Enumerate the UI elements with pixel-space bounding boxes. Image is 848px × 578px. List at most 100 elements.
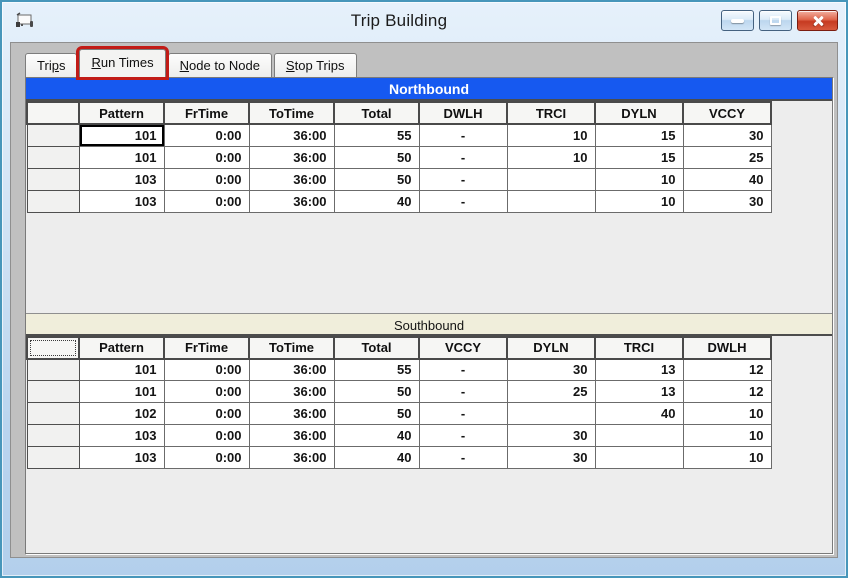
cell[interactable]: 12 [683, 381, 771, 403]
close-button[interactable] [797, 10, 838, 31]
column-header[interactable]: VCCY [419, 337, 507, 359]
column-header[interactable]: Total [334, 102, 419, 124]
cell[interactable]: 13 [595, 359, 683, 381]
cell[interactable]: 10 [595, 168, 683, 190]
cell[interactable]: 36:00 [249, 447, 334, 469]
cell[interactable]: - [419, 403, 507, 425]
cell[interactable]: 12 [683, 359, 771, 381]
column-header[interactable]: TRCI [595, 337, 683, 359]
cell[interactable]: 0:00 [164, 403, 249, 425]
cell[interactable]: 103 [79, 447, 164, 469]
cell[interactable]: 30 [507, 447, 595, 469]
cell[interactable]: 0:00 [164, 447, 249, 469]
column-header[interactable]: Pattern [79, 337, 164, 359]
column-header[interactable]: TRCI [507, 102, 595, 124]
cell[interactable]: 0:00 [164, 359, 249, 381]
row-selector-header[interactable] [27, 337, 79, 359]
cell[interactable]: 101 [79, 124, 164, 146]
row-selector[interactable] [27, 359, 79, 381]
cell[interactable] [595, 447, 683, 469]
column-header[interactable]: Total [334, 337, 419, 359]
cell[interactable]: 25 [683, 146, 771, 168]
cell[interactable]: 15 [595, 146, 683, 168]
cell[interactable] [595, 425, 683, 447]
cell[interactable]: 40 [334, 447, 419, 469]
minimize-button[interactable] [721, 10, 754, 31]
tab-run-times[interactable]: Run Times [79, 49, 165, 77]
row-selector[interactable] [27, 168, 79, 190]
cell[interactable] [507, 190, 595, 212]
cell[interactable] [507, 168, 595, 190]
cell[interactable]: - [419, 124, 507, 146]
cell[interactable]: 0:00 [164, 168, 249, 190]
cell[interactable]: 101 [79, 381, 164, 403]
cell[interactable]: 36:00 [249, 168, 334, 190]
row-selector[interactable] [27, 146, 79, 168]
cell[interactable] [507, 403, 595, 425]
cell[interactable]: 0:00 [164, 146, 249, 168]
cell[interactable]: 10 [683, 425, 771, 447]
cell[interactable]: 0:00 [164, 425, 249, 447]
cell[interactable]: 40 [334, 425, 419, 447]
cell[interactable]: - [419, 146, 507, 168]
cell[interactable]: 36:00 [249, 190, 334, 212]
column-header[interactable]: FrTime [164, 337, 249, 359]
cell[interactable]: - [419, 359, 507, 381]
cell[interactable]: 103 [79, 168, 164, 190]
tab-stop-trips[interactable]: Stop Trips [274, 53, 357, 77]
cell[interactable]: 25 [507, 381, 595, 403]
cell[interactable]: 103 [79, 190, 164, 212]
column-header[interactable]: VCCY [683, 102, 771, 124]
cell[interactable]: 102 [79, 403, 164, 425]
tab-trips[interactable]: Trips [25, 53, 77, 77]
cell[interactable]: 15 [595, 124, 683, 146]
cell[interactable]: 30 [683, 190, 771, 212]
cell[interactable]: - [419, 190, 507, 212]
cell[interactable]: - [419, 168, 507, 190]
cell[interactable]: 50 [334, 381, 419, 403]
cell[interactable]: 10 [507, 124, 595, 146]
cell[interactable]: 101 [79, 146, 164, 168]
cell[interactable]: 0:00 [164, 381, 249, 403]
cell[interactable]: 10 [683, 403, 771, 425]
titlebar[interactable]: Trip Building [2, 2, 846, 42]
cell[interactable]: 40 [334, 190, 419, 212]
cell[interactable]: - [419, 381, 507, 403]
cell[interactable]: 55 [334, 359, 419, 381]
cell[interactable]: 50 [334, 403, 419, 425]
row-selector[interactable] [27, 190, 79, 212]
row-selector[interactable] [27, 124, 79, 146]
cell[interactable]: 36:00 [249, 403, 334, 425]
row-selector-header[interactable] [27, 102, 79, 124]
column-header[interactable]: Pattern [79, 102, 164, 124]
cell[interactable]: 50 [334, 146, 419, 168]
cell[interactable]: 103 [79, 425, 164, 447]
column-header[interactable]: FrTime [164, 102, 249, 124]
cell[interactable]: 36:00 [249, 359, 334, 381]
cell[interactable]: 30 [507, 359, 595, 381]
row-selector[interactable] [27, 381, 79, 403]
cell[interactable]: - [419, 425, 507, 447]
cell[interactable]: 10 [595, 190, 683, 212]
cell[interactable]: - [419, 447, 507, 469]
cell[interactable]: 40 [683, 168, 771, 190]
cell[interactable]: 36:00 [249, 381, 334, 403]
cell[interactable]: 30 [507, 425, 595, 447]
tab-node-to-node[interactable]: Node to Node [168, 53, 272, 77]
cell[interactable]: 36:00 [249, 146, 334, 168]
cell[interactable]: 10 [507, 146, 595, 168]
row-selector[interactable] [27, 425, 79, 447]
row-selector[interactable] [27, 403, 79, 425]
cell[interactable]: 0:00 [164, 190, 249, 212]
cell[interactable]: 36:00 [249, 124, 334, 146]
column-header[interactable]: ToTime [249, 337, 334, 359]
cell[interactable]: 30 [683, 124, 771, 146]
row-selector[interactable] [27, 447, 79, 469]
column-header[interactable]: DYLN [595, 102, 683, 124]
cell[interactable]: 0:00 [164, 124, 249, 146]
cell[interactable]: 50 [334, 168, 419, 190]
cell[interactable]: 10 [683, 447, 771, 469]
cell[interactable]: 36:00 [249, 425, 334, 447]
cell[interactable]: 40 [595, 403, 683, 425]
cell[interactable]: 101 [79, 359, 164, 381]
